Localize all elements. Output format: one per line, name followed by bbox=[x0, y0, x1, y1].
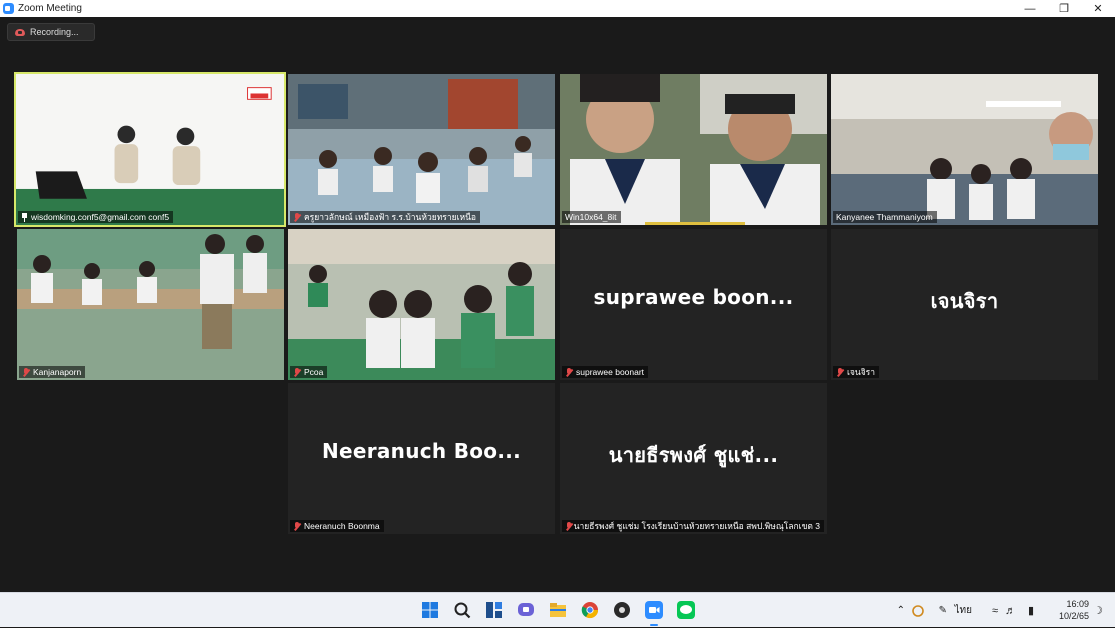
participant-nametag: ครูยาวลักษณ์ เหมืองฟ้า ร.ร.บ้านห้วยทรายเ… bbox=[290, 211, 481, 223]
zoom-app-icon bbox=[3, 3, 14, 14]
mic-muted-icon bbox=[565, 521, 571, 531]
participant-nametag: Kanyanee Thammaniyom bbox=[833, 211, 937, 223]
volume-icon[interactable]: ♬ bbox=[1005, 593, 1016, 628]
participant-name: นายธีรพงศ์ ชูแช่ม โรงเรียนบ้านห้วยทรายเห… bbox=[573, 521, 820, 531]
meeting-gallery: Recording... wisdomking.conf5@gmail.com … bbox=[0, 17, 1115, 592]
recording-indicator[interactable]: Recording... bbox=[7, 23, 95, 41]
window-title: Zoom Meeting bbox=[18, 3, 82, 14]
participant-video bbox=[560, 74, 827, 225]
battery-icon[interactable]: ▮ bbox=[1028, 593, 1034, 628]
name-tile-8[interactable]: เจนจิรา เจนจิรา bbox=[831, 229, 1098, 380]
participant-nametag: เจนจิรา bbox=[833, 366, 880, 378]
active-app-indicator bbox=[650, 624, 658, 626]
mic-muted-icon bbox=[293, 367, 301, 377]
participant-name: Neeranuch Boonma bbox=[304, 521, 380, 531]
search-icon[interactable] bbox=[453, 601, 471, 619]
restore-icon[interactable]: ❐ bbox=[1047, 0, 1081, 17]
file-explorer-icon[interactable] bbox=[549, 601, 567, 619]
clock-time: 16:09 bbox=[1066, 599, 1089, 609]
participant-nametag: Pcoa bbox=[290, 366, 328, 378]
video-tile-2[interactable]: ครูยาวลักษณ์ เหมืองฟ้า ร.ร.บ้านห้วยทรายเ… bbox=[288, 74, 555, 225]
participant-display-name: นายธีรพงศ์ ชูแช่... bbox=[608, 443, 779, 467]
windows-taskbar: ⌃ ✎ ไทย ≈ ♬ ▮ 16:09 10/2/65 ☽ bbox=[0, 592, 1115, 627]
cloud-record-icon bbox=[14, 28, 26, 37]
participant-name: wisdomking.conf5@gmail.com conf5 bbox=[31, 212, 170, 222]
participant-name: เจนจิรา bbox=[847, 367, 876, 377]
participant-display-name: Neeranuch Boo... bbox=[321, 439, 522, 463]
widgets-icon[interactable] bbox=[485, 601, 503, 619]
mic-muted-icon bbox=[293, 521, 301, 531]
participant-nametag: นายธีรพงศ์ ชูแช่ม โรงเรียนบ้านห้วยทรายเห… bbox=[562, 520, 824, 532]
video-tile-5[interactable]: Kanjanaporn bbox=[17, 229, 284, 380]
start-icon[interactable] bbox=[421, 601, 439, 619]
video-tile-3[interactable]: Win10x64_8it bbox=[560, 74, 827, 225]
participant-name: ครูยาวลักษณ์ เหมืองฟ้า ร.ร.บ้านห้วยทรายเ… bbox=[304, 212, 477, 222]
language-indicator[interactable]: ไทย bbox=[955, 593, 972, 628]
participant-video bbox=[17, 229, 284, 380]
video-tile-1[interactable]: wisdomking.conf5@gmail.com conf5 bbox=[14, 72, 286, 227]
focus-assist-icon[interactable]: ☽ bbox=[1093, 593, 1103, 628]
line-icon[interactable] bbox=[677, 601, 695, 619]
participant-video bbox=[288, 74, 555, 225]
participant-display-name: เจนจิรา bbox=[930, 289, 999, 313]
name-tile-10[interactable]: นายธีรพงศ์ ชูแช่... นายธีรพงศ์ ชูแช่ม โร… bbox=[560, 383, 827, 534]
participant-nametag: Kanjanaporn bbox=[19, 366, 86, 378]
video-tile-4[interactable]: Kanyanee Thammaniyom bbox=[831, 74, 1098, 225]
chrome-icon[interactable] bbox=[581, 601, 599, 619]
participant-name: Pcoa bbox=[304, 367, 324, 377]
mic-muted-icon bbox=[22, 367, 30, 377]
participant-nametag: suprawee boonart bbox=[562, 366, 649, 378]
zoom-icon[interactable] bbox=[645, 601, 663, 619]
participant-name: suprawee boonart bbox=[576, 367, 645, 377]
participant-display-name: suprawee boon... bbox=[593, 285, 794, 309]
clock-date: 10/2/65 bbox=[1058, 611, 1089, 621]
wifi-icon[interactable]: ≈ bbox=[992, 593, 998, 628]
taskbar-clock[interactable]: 16:09 10/2/65 bbox=[1059, 598, 1089, 622]
pin-icon bbox=[21, 212, 28, 222]
participant-video bbox=[831, 74, 1098, 225]
participant-video bbox=[16, 74, 284, 225]
pen-input-icon[interactable]: ✎ bbox=[939, 593, 947, 628]
chat-icon[interactable] bbox=[517, 601, 535, 619]
app-icon[interactable] bbox=[613, 601, 631, 619]
mic-muted-icon bbox=[565, 367, 573, 377]
participant-nametag: Win10x64_8it bbox=[562, 211, 621, 223]
name-tile-7[interactable]: suprawee boon... suprawee boonart bbox=[560, 229, 827, 380]
show-hidden-icons[interactable]: ⌃ bbox=[897, 593, 905, 628]
participant-name: Win10x64_8it bbox=[565, 212, 617, 222]
sync-icon[interactable] bbox=[911, 604, 925, 618]
minimize-icon[interactable]: — bbox=[1013, 0, 1047, 17]
video-tile-6[interactable]: Pcoa bbox=[288, 229, 555, 380]
name-tile-9[interactable]: Neeranuch Boo... Neeranuch Boonma bbox=[288, 383, 555, 534]
participant-video bbox=[288, 229, 555, 380]
mic-muted-icon bbox=[836, 367, 844, 377]
window-titlebar: Zoom Meeting — ❐ ✕ bbox=[0, 0, 1115, 17]
recording-label: Recording... bbox=[30, 27, 79, 37]
participant-name: Kanjanaporn bbox=[33, 367, 82, 377]
participant-name: Kanyanee Thammaniyom bbox=[836, 212, 933, 222]
participant-nametag: Neeranuch Boonma bbox=[290, 520, 384, 532]
participant-nametag: wisdomking.conf5@gmail.com conf5 bbox=[18, 211, 174, 223]
close-icon[interactable]: ✕ bbox=[1081, 0, 1115, 17]
mic-muted-icon bbox=[293, 212, 301, 222]
